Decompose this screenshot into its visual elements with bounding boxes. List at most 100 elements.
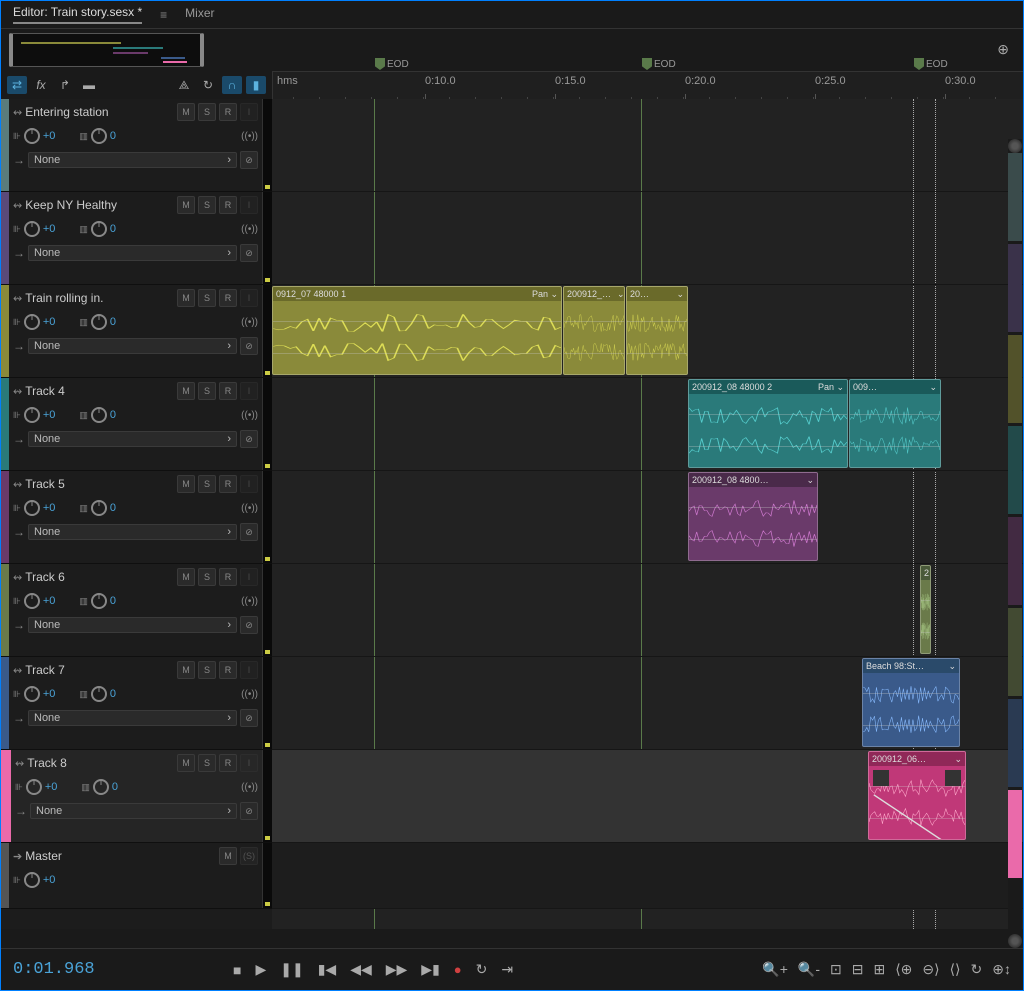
panel-menu-icon[interactable]: ≡: [160, 8, 167, 22]
stereo-icon[interactable]: ((•)): [241, 782, 258, 793]
stop-button[interactable]: ■: [233, 962, 241, 978]
input-monitor-button[interactable]: I: [240, 475, 258, 493]
pan-knob[interactable]: [91, 221, 107, 237]
volume-knob[interactable]: [24, 593, 40, 609]
fx-bypass-icon[interactable]: ⊘: [240, 337, 258, 355]
zoom-in-icon[interactable]: 🔍+: [762, 961, 788, 978]
output-route[interactable]: None›: [28, 431, 237, 447]
audio-clip[interactable]: 200912_08 48000 2Pan ⌄: [688, 379, 848, 468]
track-name[interactable]: Track 5: [25, 477, 174, 491]
pause-button[interactable]: ❚❚: [280, 961, 303, 978]
volume-value[interactable]: +0: [43, 409, 56, 421]
fx-bypass-icon[interactable]: ⊘: [240, 523, 258, 541]
time-zoom-icon[interactable]: ↻: [971, 961, 983, 978]
timecode-display[interactable]: 0:01.968: [13, 960, 233, 979]
next-button[interactable]: ▶▮: [421, 961, 439, 978]
fx-bypass-icon[interactable]: ⊘: [240, 244, 258, 262]
track-lane[interactable]: [272, 99, 1023, 192]
volume-value[interactable]: +0: [43, 130, 56, 142]
volume-knob[interactable]: [24, 407, 40, 423]
track-lane[interactable]: [272, 471, 1023, 564]
forward-button[interactable]: ▶▶: [386, 961, 408, 978]
clip-menu-icon[interactable]: ⌄: [676, 289, 684, 300]
record-button[interactable]: ●: [454, 962, 462, 977]
pan-knob[interactable]: [91, 686, 107, 702]
clip-menu-icon[interactable]: ⌄: [806, 475, 814, 486]
track-header[interactable]: ↭ Track 4M S R I⊪ +0 ▥ 0 ((•))→ None› ⊘: [1, 378, 272, 471]
input-monitor-button[interactable]: I: [240, 289, 258, 307]
input-monitor-button[interactable]: I: [240, 103, 258, 121]
mute-button[interactable]: M: [177, 568, 195, 586]
fx-bypass-icon[interactable]: ⊘: [240, 616, 258, 634]
solo-button[interactable]: S: [198, 754, 216, 772]
record-arm-button[interactable]: R: [219, 103, 237, 121]
mute-button[interactable]: M: [177, 382, 195, 400]
marker-eod[interactable]: EOD: [375, 58, 409, 70]
skip-button[interactable]: ⇥: [501, 961, 513, 978]
pan-value[interactable]: 0: [110, 595, 116, 607]
zoom-in-time-icon[interactable]: ⟨⊕: [895, 961, 912, 978]
volume-value[interactable]: +0: [43, 502, 56, 514]
pan-knob[interactable]: [91, 593, 107, 609]
stereo-icon[interactable]: ((•)): [241, 317, 258, 328]
loop-button[interactable]: ↻: [476, 961, 488, 978]
volume-value[interactable]: +0: [43, 874, 56, 886]
output-route[interactable]: None›: [30, 803, 237, 819]
input-monitor-button[interactable]: I: [240, 754, 258, 772]
play-button[interactable]: ▶: [255, 961, 266, 978]
stereo-icon[interactable]: ((•)): [241, 131, 258, 142]
fx-bypass-icon[interactable]: ⊘: [240, 151, 258, 169]
metronome-icon[interactable]: ⟁: [174, 76, 194, 94]
track-header[interactable]: ➔ MasterM (S)⊪ +0: [1, 843, 272, 909]
pan-value[interactable]: 0: [112, 781, 118, 793]
track-header[interactable]: ↭ Track 8M S R I⊪ +0 ▥ 0 ((•))→ None› ⊘: [1, 750, 272, 843]
fx-bypass-icon[interactable]: ⊘: [240, 802, 258, 820]
mute-button[interactable]: M: [177, 289, 195, 307]
stereo-icon[interactable]: ((•)): [241, 503, 258, 514]
audio-clip[interactable]: Beach 98:St…⌄: [862, 658, 960, 747]
solo-button[interactable]: S: [198, 196, 216, 214]
track-name[interactable]: Track 6: [25, 570, 174, 584]
output-route[interactable]: None›: [28, 617, 237, 633]
overview-navigator[interactable]: [9, 33, 204, 67]
volume-value[interactable]: +0: [43, 595, 56, 607]
pan-value[interactable]: 0: [110, 223, 116, 235]
solo-button[interactable]: (S): [240, 847, 258, 865]
record-arm-button[interactable]: R: [219, 754, 237, 772]
stereo-icon[interactable]: ((•)): [241, 689, 258, 700]
volume-knob[interactable]: [24, 128, 40, 144]
audio-clip[interactable]: 20…⌄: [626, 286, 688, 375]
track-header[interactable]: ↭ Track 5M S R I⊪ +0 ▥ 0 ((•))→ None› ⊘: [1, 471, 272, 564]
track-name[interactable]: Track 4: [25, 384, 174, 398]
tab-mixer[interactable]: Mixer: [185, 6, 214, 23]
volume-value[interactable]: +0: [43, 316, 56, 328]
volume-knob[interactable]: [24, 314, 40, 330]
fx-icon[interactable]: fx: [31, 76, 51, 94]
timeline-ruler[interactable]: hms 0:10.00:15.00:20.00:25.00:30.00:35.0…: [273, 72, 1023, 100]
mute-button[interactable]: M: [177, 103, 195, 121]
solo-button[interactable]: S: [198, 289, 216, 307]
solo-button[interactable]: S: [198, 382, 216, 400]
pan-value[interactable]: 0: [110, 316, 116, 328]
inputs-outputs-icon[interactable]: ⇄: [7, 76, 27, 94]
audio-clip[interactable]: 200912_…⌄: [563, 286, 625, 375]
solo-button[interactable]: S: [198, 661, 216, 679]
volume-knob[interactable]: [24, 221, 40, 237]
marker-eod[interactable]: EOD: [914, 58, 948, 70]
output-route[interactable]: None›: [28, 245, 237, 261]
zoom-sel-icon[interactable]: ⊟: [852, 961, 864, 978]
record-arm-button[interactable]: R: [219, 568, 237, 586]
track-header[interactable]: ↭ Entering stationM S R I⊪ +0 ▥ 0 ((•))→…: [1, 99, 272, 192]
volume-value[interactable]: +0: [45, 781, 58, 793]
track-lane[interactable]: [272, 564, 1023, 657]
record-arm-button[interactable]: R: [219, 289, 237, 307]
clip-menu-icon[interactable]: ⌄: [954, 754, 962, 765]
vertical-scroll[interactable]: [1008, 139, 1022, 948]
volume-knob[interactable]: [24, 500, 40, 516]
track-lanes[interactable]: 0912_07 48000 1Pan ⌄ 200912_…⌄ 20…⌄ 2009…: [272, 99, 1023, 929]
record-arm-button[interactable]: R: [219, 475, 237, 493]
fx-bypass-icon[interactable]: ⊘: [240, 430, 258, 448]
volume-knob[interactable]: [24, 686, 40, 702]
zoom-out-time-icon[interactable]: ⊖⟩: [922, 961, 939, 978]
audio-clip[interactable]: 0912_07 48000 1Pan ⌄: [272, 286, 562, 375]
